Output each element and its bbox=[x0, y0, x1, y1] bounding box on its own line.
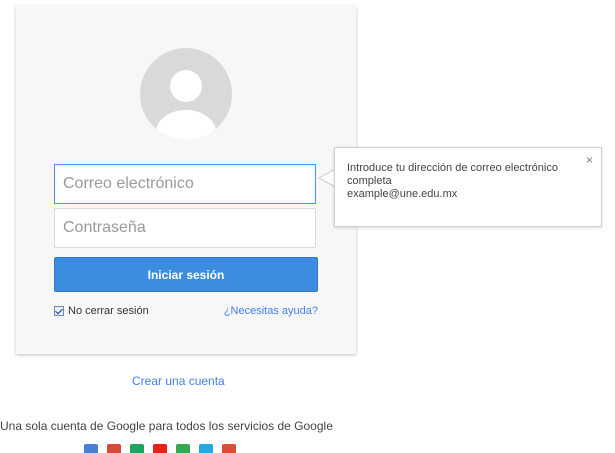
play-icon[interactable] bbox=[199, 444, 213, 453]
signin-page: Iniciar sesión No cerrar sesión ¿Necesit… bbox=[0, 0, 615, 453]
need-help-link[interactable]: ¿Necesitas ayuda? bbox=[224, 304, 318, 318]
avatar-placeholder-icon bbox=[140, 48, 232, 140]
google-apps-strip bbox=[84, 444, 236, 453]
tooltip-line-2: completa bbox=[347, 175, 392, 187]
drive-icon[interactable] bbox=[130, 444, 144, 453]
signin-button[interactable]: Iniciar sesión bbox=[54, 257, 318, 292]
maps-icon[interactable] bbox=[176, 444, 190, 453]
youtube-icon[interactable] bbox=[153, 444, 167, 453]
password-field[interactable] bbox=[54, 208, 316, 248]
email-field[interactable] bbox=[54, 164, 316, 204]
email-hint-tooltip: Introduce tu dirección de correo electró… bbox=[334, 147, 602, 227]
stay-signed-in-checkbox[interactable] bbox=[54, 306, 64, 316]
stay-signed-in-label[interactable]: No cerrar sesión bbox=[68, 305, 149, 317]
create-account-link[interactable]: Crear una cuenta bbox=[132, 374, 225, 388]
google-plus-red-icon[interactable] bbox=[222, 444, 236, 453]
signin-card: Iniciar sesión No cerrar sesión ¿Necesit… bbox=[16, 6, 356, 354]
google-plus-icon[interactable] bbox=[84, 444, 98, 453]
stay-signed-in: No cerrar sesión bbox=[54, 304, 149, 318]
close-icon[interactable]: × bbox=[586, 154, 593, 167]
google-tagline: Una sola cuenta de Google para todos los… bbox=[0, 419, 333, 433]
gmail-icon[interactable] bbox=[107, 444, 121, 453]
tooltip-line-1: Introduce tu dirección de correo electró… bbox=[347, 162, 558, 174]
tooltip-arrow-inner bbox=[320, 170, 335, 186]
tooltip-line-3: example@une.edu.mx bbox=[347, 188, 458, 200]
